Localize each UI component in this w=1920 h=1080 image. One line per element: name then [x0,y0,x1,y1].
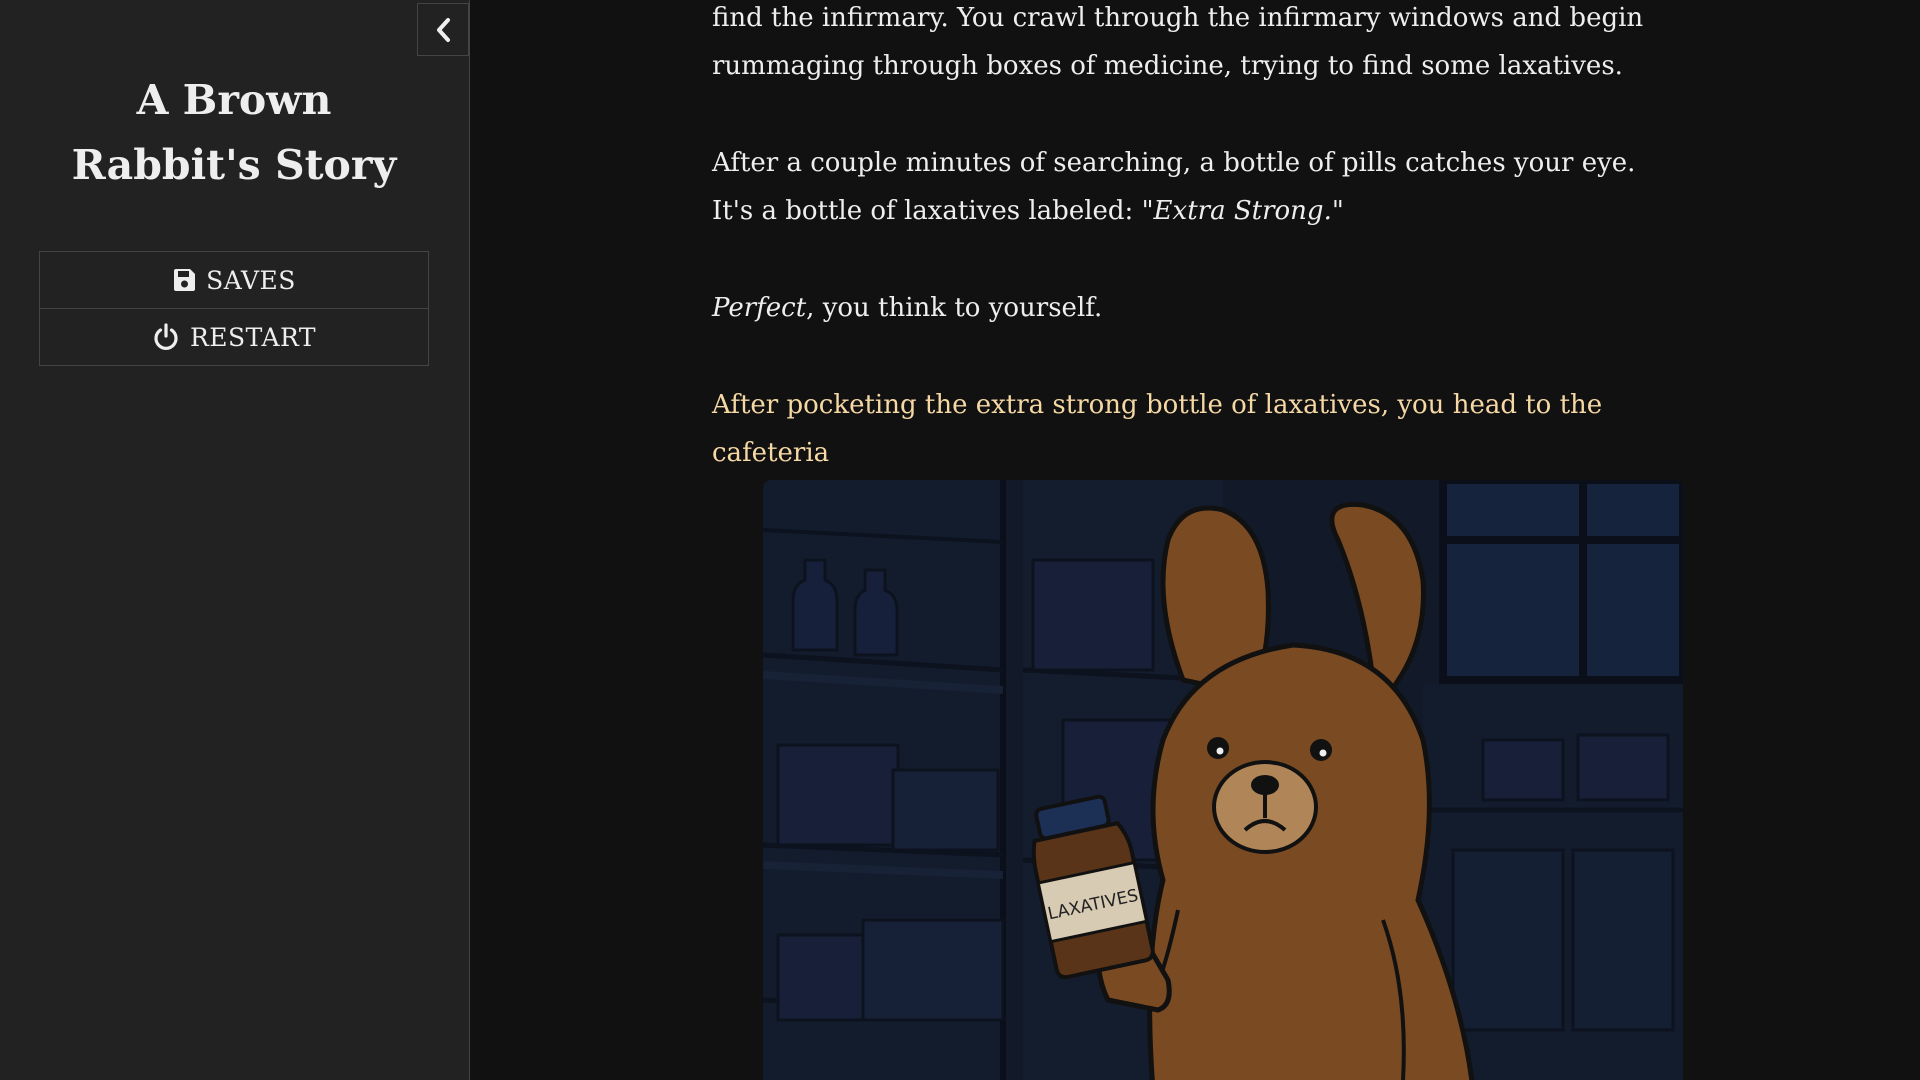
passage-quote: "Extra Strong." [1141,196,1344,226]
restart-label: RESTART [189,322,317,352]
passage-paragraph: After pocketing the extra strong bottle … [712,381,1672,477]
rabbit-illustration: LAXATIVES [763,480,1683,1080]
saves-label: SAVES [206,265,296,295]
save-icon [174,269,196,291]
continue-link[interactable]: After pocketing the extra strong bottle … [712,390,1602,468]
passage-paragraph: Perfect, you think to yourself. [712,284,1672,332]
passage-text: , you think to yourself. [806,293,1103,323]
scene-illustration: LAXATIVES [763,480,1683,1080]
sidebar: A Brown Rabbit's Story SAVES RESTART [0,0,470,1080]
story-title: A Brown Rabbit's Story [71,76,397,189]
restart-button[interactable]: RESTART [39,308,429,366]
sidebar-toggle-button[interactable] [417,3,469,56]
passage-paragraph: find the infirmary. You crawl through th… [712,3,1644,81]
chevron-left-icon [437,17,450,42]
saves-button[interactable]: SAVES [39,251,429,309]
power-icon [154,323,178,350]
passage-emphasis: Perfect [712,293,807,323]
passage-paragraph: After a couple minutes of searching, a b… [712,139,1672,235]
